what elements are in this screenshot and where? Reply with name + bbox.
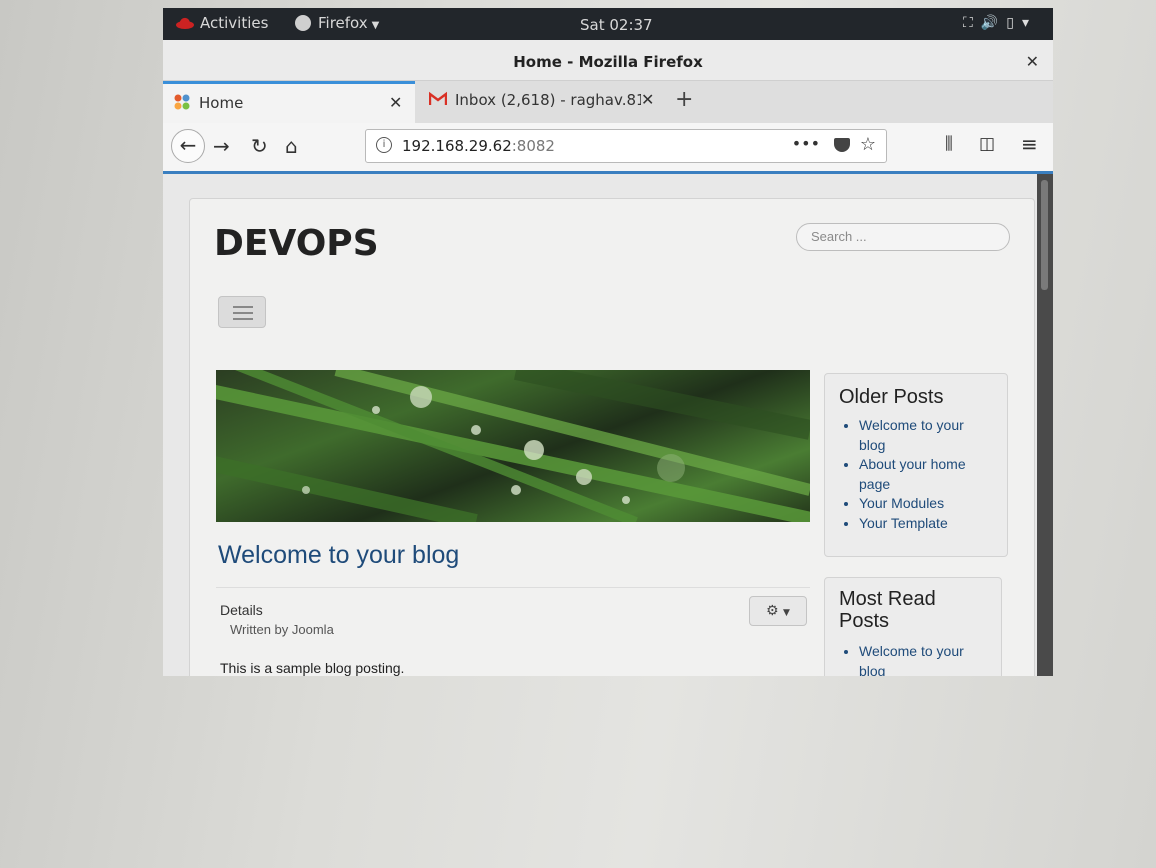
older-posts-module: Older Posts Welcome to your blog About y…	[824, 373, 1008, 557]
window-close-icon[interactable]: ✕	[1026, 40, 1039, 84]
hero-image	[216, 370, 810, 522]
url-port: :8082	[511, 137, 555, 155]
older-posts-list: Welcome to your blog About your home pag…	[839, 416, 977, 533]
forward-arrow-icon[interactable]: →	[213, 134, 230, 158]
navigation-toolbar: ← → ↻ ⌂ i 192.168.29.62:8082 ••• ☆ ⫼ ◫ ≡	[163, 123, 1053, 174]
article-author: Written by Joomla	[230, 622, 334, 637]
monitor-screen: Activities Firefox ▼ Sat 02:37 ⛶🔊▯▾ Home …	[163, 8, 1053, 676]
article-body: This is a sample blog posting.	[220, 660, 405, 676]
details-label: Details	[220, 602, 263, 618]
menu-toggle-button[interactable]	[218, 296, 266, 328]
site-brand[interactable]: DEVOPS	[214, 223, 379, 264]
window-title: Home - Mozilla Firefox	[513, 53, 703, 71]
list-item[interactable]: Welcome to your blog	[859, 416, 977, 455]
tab-strip: Home ✕ Inbox (2,618) - raghav.81 ✕ +	[163, 81, 1053, 123]
list-item[interactable]: Your Template	[859, 514, 977, 534]
tab-home[interactable]: Home ✕	[163, 81, 415, 123]
info-icon[interactable]: i	[376, 137, 392, 153]
redhat-icon	[176, 17, 194, 29]
app-menu-label: Firefox	[318, 14, 368, 32]
window-titlebar: Home - Mozilla Firefox ✕	[163, 40, 1053, 81]
module-title: Older Posts	[839, 386, 944, 408]
library-icon[interactable]: ⫼	[945, 134, 953, 154]
tab-label: Home	[199, 94, 244, 112]
url-text: 192.168.29.62:8082	[402, 137, 555, 155]
search-input[interactable]: Search ...	[796, 223, 1010, 251]
article-title[interactable]: Welcome to your blog	[218, 541, 459, 570]
reload-icon[interactable]: ↻	[251, 134, 268, 158]
chevron-down-icon: ▾	[1021, 15, 1037, 31]
article-tools-button[interactable]: ⚙ ▼	[749, 596, 807, 626]
list-item[interactable]: About your home page	[859, 455, 977, 494]
back-arrow-icon[interactable]: ←	[171, 129, 205, 163]
sidebar-icon[interactable]: ◫	[979, 134, 995, 154]
article-details: Details Written by Joomla This is a samp…	[216, 587, 810, 676]
chevron-down-icon: ▼	[783, 608, 790, 618]
firefox-app-icon	[295, 15, 311, 31]
url-host: 192.168.29.62	[402, 137, 512, 155]
gmail-icon	[429, 91, 447, 105]
joomla-icon	[174, 94, 190, 110]
menu-bar-line	[233, 318, 253, 320]
app-menu-button[interactable]: Firefox ▼	[318, 14, 379, 32]
close-tab-icon[interactable]: ✕	[389, 93, 402, 112]
chevron-down-icon: ▼	[371, 20, 380, 31]
close-tab-icon[interactable]: ✕	[641, 90, 654, 109]
clock[interactable]: Sat 02:37	[580, 16, 653, 34]
page-actions-icon[interactable]: •••	[792, 134, 820, 153]
activities-button[interactable]: Activities	[200, 14, 268, 32]
battery-icon: ▯	[1006, 15, 1022, 31]
gear-icon: ⚙	[766, 603, 779, 619]
network-icon: ⛶	[963, 15, 981, 31]
module-title: Most Read Posts	[839, 588, 936, 632]
tab-label: Inbox (2,618) - raghav.81	[455, 91, 641, 109]
most-read-module: Most Read Posts Welcome to your blog	[824, 577, 1002, 676]
menu-bar-line	[233, 306, 253, 308]
menu-bar-line	[233, 312, 253, 314]
home-icon[interactable]: ⌂	[285, 134, 298, 158]
volume-icon: 🔊	[980, 15, 1007, 31]
system-tray[interactable]: ⛶🔊▯▾	[963, 15, 1037, 31]
page-viewport: DEVOPS Search ... Welcome to your blog D…	[163, 174, 1037, 676]
most-read-list: Welcome to your blog	[839, 642, 977, 676]
url-bar[interactable]: i 192.168.29.62:8082 ••• ☆	[365, 129, 887, 163]
list-item[interactable]: Your Modules	[859, 494, 977, 514]
scrollbar-thumb[interactable]	[1041, 180, 1048, 290]
pocket-icon[interactable]	[834, 138, 850, 152]
vertical-scrollbar[interactable]	[1037, 174, 1053, 676]
new-tab-icon[interactable]: +	[675, 87, 693, 112]
list-item[interactable]: Welcome to your blog	[859, 642, 977, 676]
joomla-page: DEVOPS Search ... Welcome to your blog D…	[189, 198, 1035, 676]
tab-inbox[interactable]: Inbox (2,618) - raghav.81 ✕	[419, 81, 665, 123]
bookmark-star-icon[interactable]: ☆	[860, 134, 876, 155]
grass-droplets-image	[216, 370, 810, 522]
gnome-top-bar: Activities Firefox ▼ Sat 02:37 ⛶🔊▯▾	[163, 8, 1053, 40]
hamburger-menu-icon[interactable]: ≡	[1021, 132, 1038, 156]
